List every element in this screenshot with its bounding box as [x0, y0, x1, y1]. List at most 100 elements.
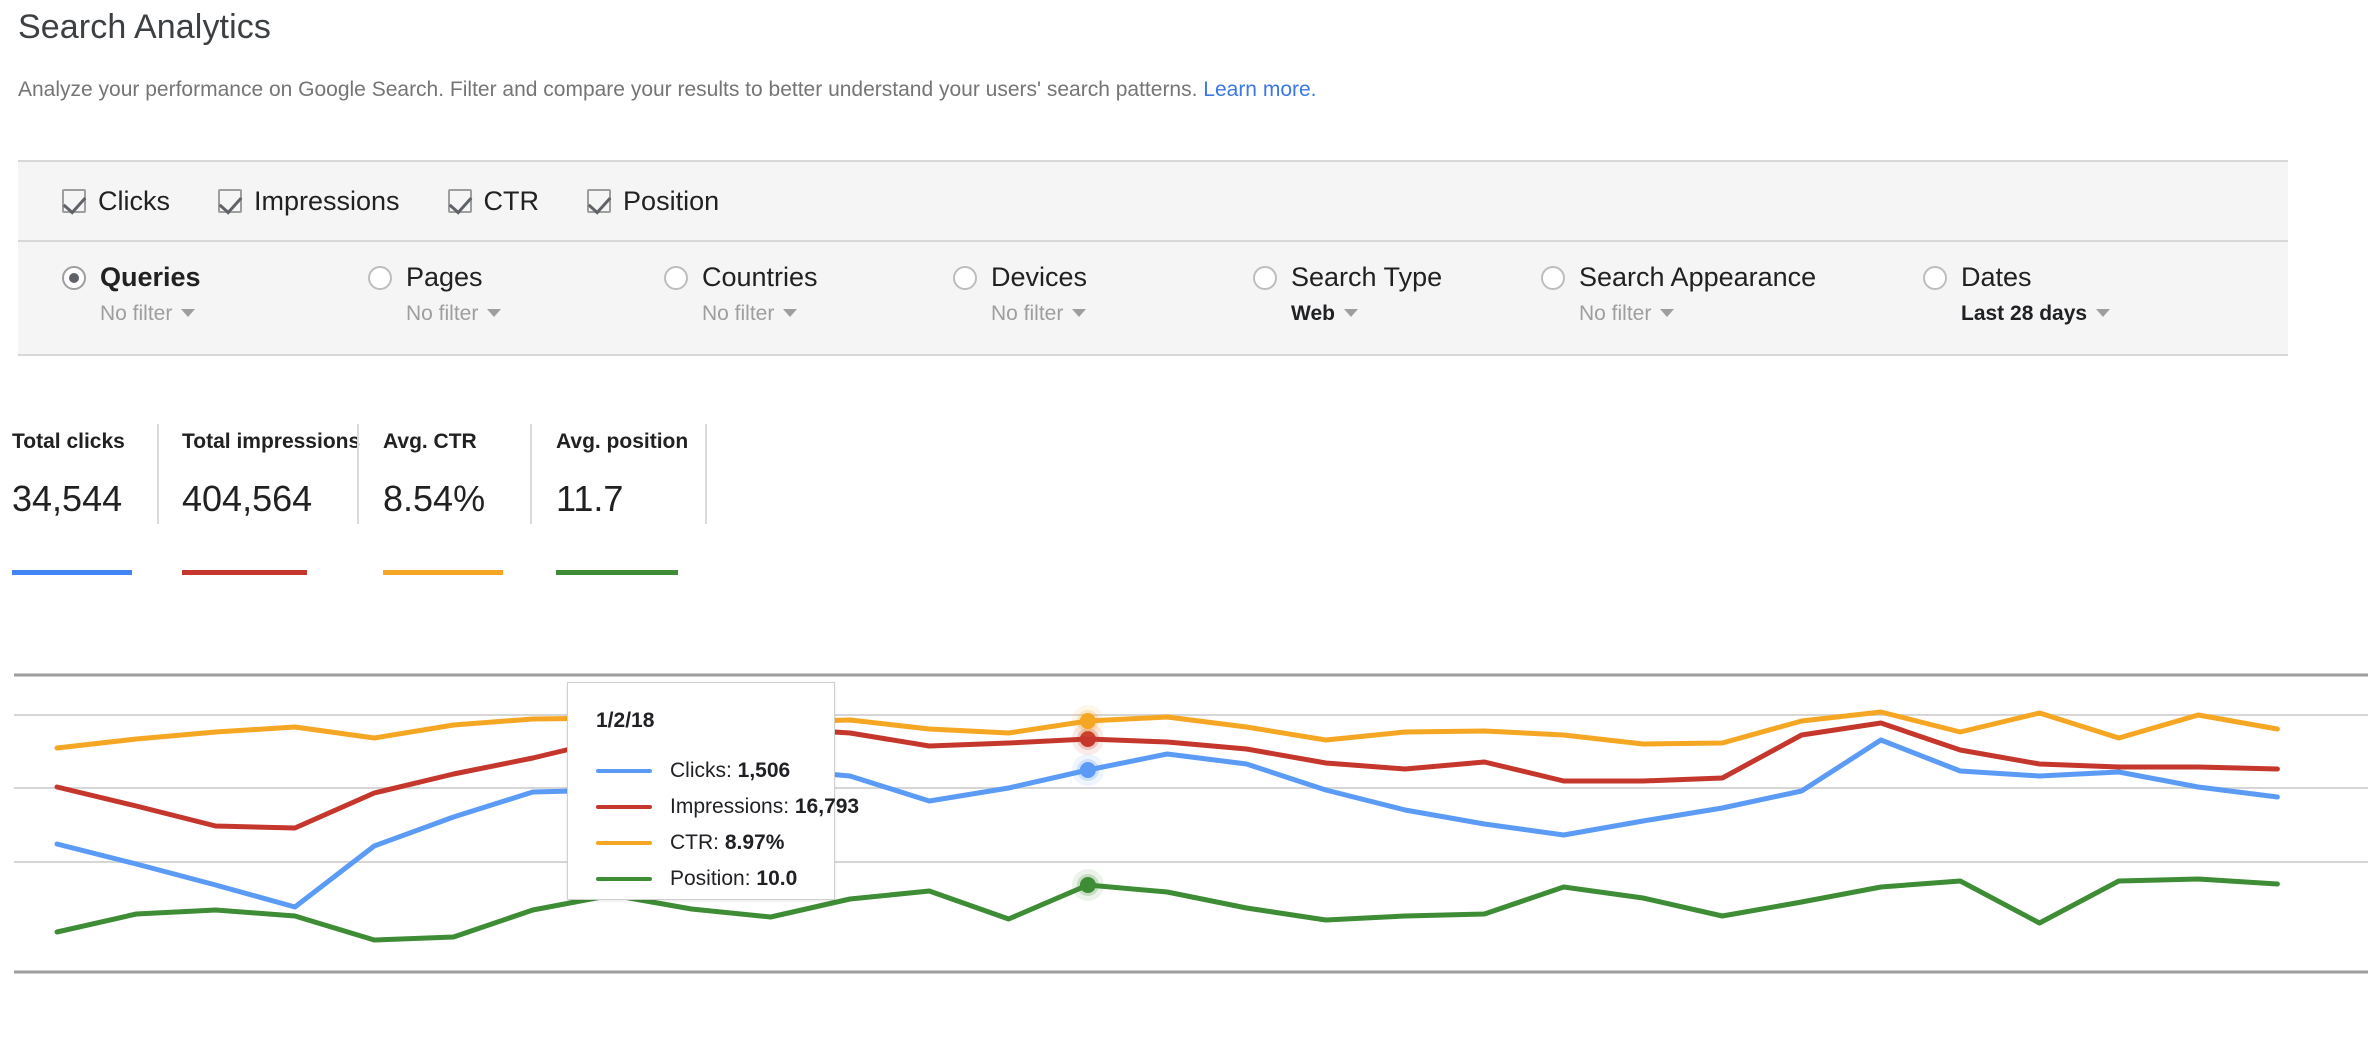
metric-checkbox-label: CTR [484, 186, 540, 217]
checkbox-icon[interactable] [62, 189, 86, 213]
total-card-divider [530, 424, 532, 524]
dimension-head[interactable]: Search Type [1253, 262, 1442, 293]
tooltip-series-text: Clicks: 1,506 [670, 759, 790, 783]
tooltip-series-swatch [596, 805, 652, 809]
tooltip-row: Position: 10.0 [596, 861, 834, 897]
tooltip-series-name: CTR [670, 831, 713, 854]
tooltip-series-value: 10.0 [756, 867, 797, 890]
tooltip-row: CTR: 8.97% [596, 825, 834, 861]
tooltip-row: Impressions: 16,793 [596, 789, 834, 825]
dimension-countries[interactable]: Countries No filter [664, 262, 818, 326]
total-card-total-impressions[interactable]: Total impressions404,564 [182, 430, 360, 454]
total-card-color-rule [182, 570, 307, 575]
dimension-filter-value: Last 28 days [1961, 302, 2087, 325]
total-card-color-rule [12, 570, 132, 575]
learn-more-link[interactable]: Learn more. [1203, 78, 1316, 101]
chevron-down-icon [181, 309, 195, 317]
dimension-filter-dropdown[interactable]: No filter [100, 302, 201, 326]
dimension-label: Dates [1961, 262, 2032, 293]
radio-button-icon[interactable] [1541, 266, 1565, 290]
filter-panel: Clicks Impressions CTR Position Queries No f… [18, 160, 2288, 356]
dimension-head[interactable]: Countries [664, 262, 818, 293]
tooltip-series-name: Clicks [670, 759, 726, 782]
dimension-head[interactable]: Search Appearance [1541, 262, 1816, 293]
dimension-head[interactable]: Queries [62, 262, 201, 293]
dimension-label: Pages [406, 262, 483, 293]
dimension-queries[interactable]: Queries No filter [62, 262, 201, 326]
dimension-filter-value: No filter [1579, 302, 1651, 325]
chevron-down-icon [1072, 309, 1086, 317]
dimension-search-type[interactable]: Search Type Web [1253, 262, 1442, 326]
radio-button-icon[interactable] [368, 266, 392, 290]
page-title: Search Analytics [18, 8, 271, 47]
tooltip-series-name: Position [670, 867, 745, 890]
dimension-filter-value: No filter [702, 302, 774, 325]
chart-point-marker-position[interactable] [1080, 877, 1096, 893]
dimension-filter-value: No filter [991, 302, 1063, 325]
chart-svg [0, 640, 2368, 1040]
chevron-down-icon [1344, 309, 1358, 317]
total-card-value: 34,544 [12, 478, 122, 520]
radio-button-icon[interactable] [62, 266, 86, 290]
tooltip-series-text: Impressions: 16,793 [670, 795, 859, 819]
total-card-value: 404,564 [182, 478, 312, 520]
dimension-head[interactable]: Devices [953, 262, 1087, 293]
radio-button-icon[interactable] [664, 266, 688, 290]
metric-checkbox-impressions[interactable]: Impressions [218, 186, 400, 217]
dimension-filter-dropdown[interactable]: No filter [406, 302, 501, 326]
dimension-head[interactable]: Dates [1923, 262, 2110, 293]
metric-checkbox-label: Impressions [254, 186, 400, 217]
performance-chart[interactable] [0, 640, 2368, 1040]
dimension-filter-dropdown[interactable]: Web [1291, 302, 1442, 326]
total-card-total-clicks[interactable]: Total clicks34,544 [12, 430, 125, 454]
dimension-filter-dropdown[interactable]: Last 28 days [1961, 302, 2110, 326]
total-card-divider [705, 424, 707, 524]
dimension-label: Devices [991, 262, 1087, 293]
tooltip-rows: Clicks: 1,506 Impressions: 16,793CTR: 8.9… [596, 753, 834, 897]
tooltip-series-swatch [596, 877, 652, 881]
metric-checkbox-clicks[interactable]: Clicks [62, 186, 170, 217]
total-card-label: Avg. position [556, 430, 688, 454]
chart-line-position [57, 879, 2277, 940]
dimension-search-appearance[interactable]: Search Appearance No filter [1541, 262, 1816, 326]
dimension-label: Queries [100, 262, 201, 293]
radio-button-icon[interactable] [1253, 266, 1277, 290]
tooltip-series-text: Position: 10.0 [670, 867, 797, 891]
metric-checkbox-position[interactable]: Position [587, 186, 719, 217]
tooltip-series-value: 1,506 [738, 759, 791, 782]
chart-point-marker-clicks[interactable] [1080, 762, 1096, 778]
checkbox-icon[interactable] [218, 189, 242, 213]
metric-checkbox-label: Clicks [98, 186, 170, 217]
total-card-divider [157, 424, 159, 524]
tooltip-date: 1/2/18 [596, 709, 834, 733]
dimension-filter-dropdown[interactable]: No filter [1579, 302, 1816, 326]
total-card-avg-position[interactable]: Avg. position11.7 [556, 430, 688, 454]
total-card-label: Total impressions [182, 430, 360, 454]
dimension-dates[interactable]: Dates Last 28 days [1923, 262, 2110, 326]
metric-checkbox-ctr[interactable]: CTR [448, 186, 540, 217]
chevron-down-icon [2096, 309, 2110, 317]
radio-button-icon[interactable] [1923, 266, 1947, 290]
checkbox-icon[interactable] [448, 189, 472, 213]
dimension-pages[interactable]: Pages No filter [368, 262, 501, 326]
total-card-avg-ctr[interactable]: Avg. CTR8.54% [383, 430, 477, 454]
chart-point-marker-ctr[interactable] [1080, 713, 1096, 729]
chevron-down-icon [487, 309, 501, 317]
dimension-filter-value: No filter [100, 302, 172, 325]
radio-button-icon[interactable] [953, 266, 977, 290]
dimension-head[interactable]: Pages [368, 262, 501, 293]
total-card-value: 11.7 [556, 478, 623, 520]
tooltip-row: Clicks: 1,506 [596, 753, 834, 789]
dimension-filter-dropdown[interactable]: No filter [702, 302, 818, 326]
total-card-value: 8.54% [383, 478, 485, 520]
total-card-label: Avg. CTR [383, 430, 477, 454]
dimension-label: Countries [702, 262, 818, 293]
dimension-filter-dropdown[interactable]: No filter [991, 302, 1087, 326]
tooltip-series-swatch [596, 841, 652, 845]
dimension-radio-row: Queries No filter Pages No filter Countries N… [18, 242, 2288, 354]
checkbox-icon[interactable] [587, 189, 611, 213]
total-card-divider [357, 424, 359, 524]
dimension-devices[interactable]: Devices No filter [953, 262, 1087, 326]
chart-tooltip: 1/2/18 Clicks: 1,506Impressions: 16,793C… [567, 682, 835, 900]
total-card-color-rule [383, 570, 503, 575]
